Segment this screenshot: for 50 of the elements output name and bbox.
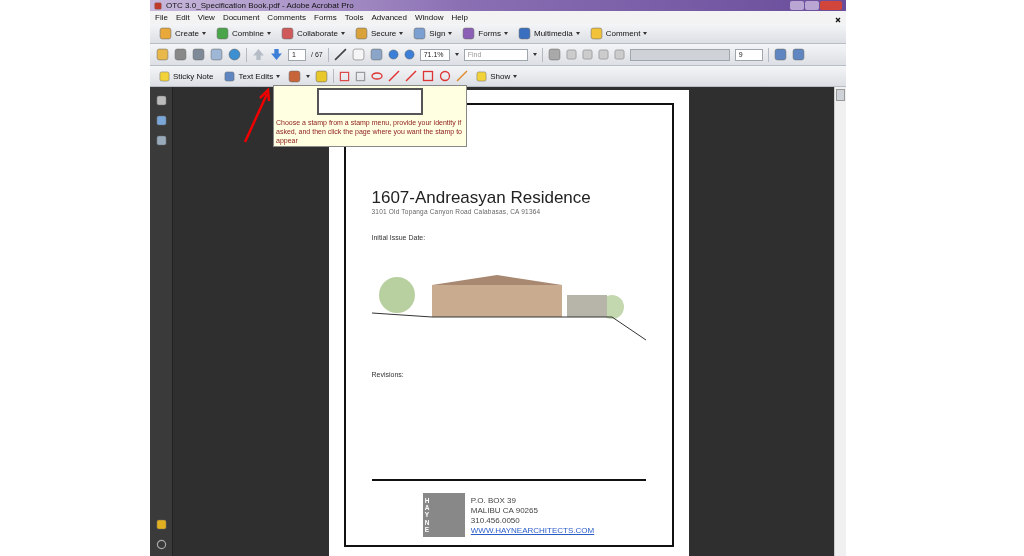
menu-item[interactable]: View <box>197 13 215 22</box>
menu-item[interactable]: Tools <box>344 13 364 22</box>
toolbar-button[interactable]: Combine <box>213 25 275 42</box>
menu-item[interactable]: Edit <box>175 13 190 22</box>
show-button[interactable]: Show <box>473 68 521 84</box>
footer-text: 310.456.0050 <box>470 516 521 525</box>
toolbar-button[interactable]: Create <box>156 25 209 42</box>
menu-item[interactable]: Advanced <box>371 13 407 22</box>
scrollbar[interactable] <box>834 87 846 556</box>
caret-icon <box>504 32 508 35</box>
toolbar-button[interactable]: Sign <box>410 25 456 42</box>
window-title: OTC 3.0_Specification Book.pdf - Adobe Acrobat Pro <box>166 1 354 10</box>
caret-icon <box>202 32 206 35</box>
arrow-drawing <box>243 88 273 144</box>
footer-text: P.O. BOX 39 <box>470 496 517 505</box>
document-title: 1607-Andreasyan Residence <box>371 188 592 208</box>
caret-icon <box>575 32 580 35</box>
toolbar-button[interactable]: Multimedia <box>515 25 583 42</box>
maximize-button[interactable] <box>805 1 819 10</box>
menu-item[interactable]: Comments <box>267 13 307 22</box>
caret-icon <box>267 32 272 35</box>
caret-icon <box>306 74 311 78</box>
rectangle-icon[interactable] <box>422 70 435 82</box>
toolbar-button[interactable]: Collaborate <box>278 25 348 42</box>
caret-icon <box>399 32 404 35</box>
close-icon[interactable] <box>835 16 841 23</box>
toolbar-button[interactable]: Secure <box>351 25 407 42</box>
down-arrow-icon[interactable] <box>270 48 283 61</box>
caret-icon <box>276 74 281 78</box>
caret-icon <box>532 53 537 56</box>
caret-icon <box>513 74 518 78</box>
menu-item[interactable]: Document <box>222 13 260 22</box>
caret-icon <box>454 53 459 56</box>
text-edits-button[interactable]: Text Edits <box>221 68 284 84</box>
sticky-note-button[interactable]: Sticky Note <box>156 68 217 84</box>
caret-icon <box>340 32 345 35</box>
font-field[interactable] <box>629 48 730 61</box>
menu-item[interactable]: Window <box>415 13 444 22</box>
menu-item[interactable]: Help <box>451 13 468 22</box>
menu-item[interactable]: File <box>155 13 168 22</box>
caret-icon <box>643 32 648 35</box>
menu-item[interactable]: Forms <box>314 13 337 22</box>
line-icon[interactable] <box>405 70 418 82</box>
footer-text: MALIBU CA 90265 <box>470 506 539 515</box>
minimize-button[interactable] <box>790 1 804 10</box>
website-link[interactable]: WWW.HAYNEARCHITECTS.COM <box>470 526 595 535</box>
toolbar-button[interactable]: Forms <box>459 25 511 42</box>
toolbar-button[interactable]: Comment <box>586 25 651 42</box>
caret-icon <box>448 32 453 35</box>
oval-icon[interactable] <box>439 70 452 82</box>
